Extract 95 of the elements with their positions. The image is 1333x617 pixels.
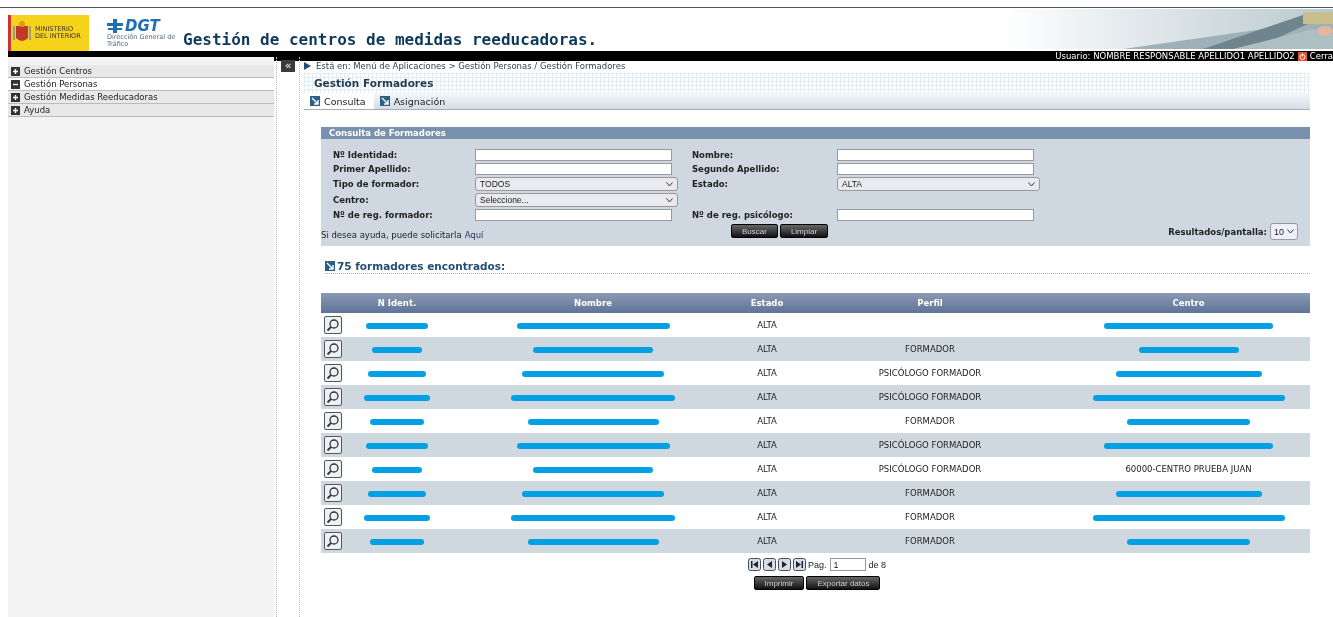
field-label: Nº de reg. psicólogo: xyxy=(692,210,794,220)
action-button[interactable]: Imprimir xyxy=(753,576,805,590)
breadcrumb-icon xyxy=(304,62,311,70)
dropdown[interactable]: TODOS xyxy=(475,177,678,191)
chevron-down-icon xyxy=(666,197,673,203)
dropdown[interactable]: ALTA xyxy=(837,177,1040,191)
field-label: Centro: xyxy=(333,195,370,205)
field-label: Nº de reg. formador: xyxy=(333,210,434,220)
field-label: Estado: xyxy=(692,179,729,189)
table-cell: ALTA xyxy=(757,536,777,546)
sidebar-item[interactable]: Ayuda xyxy=(8,104,275,117)
page-field[interactable]: 1 xyxy=(830,558,867,571)
results-count: 75 formadores encontrados: xyxy=(337,260,506,272)
collapse-button[interactable]: « xyxy=(281,60,296,72)
field-label: Primer Apellido: xyxy=(333,164,412,174)
table-cell: FORMADOR xyxy=(905,344,955,354)
chevron-down-icon xyxy=(666,181,673,187)
search-icon[interactable] xyxy=(324,532,342,550)
prev-icon[interactable] xyxy=(762,558,776,571)
page-size-dropdown[interactable]: 10 xyxy=(1270,223,1298,240)
chevron-down-icon xyxy=(1028,181,1035,187)
table-cell: PSICÓLOGO FORMADOR xyxy=(878,368,982,378)
plus-icon[interactable] xyxy=(11,66,20,76)
table-cell: ALTA xyxy=(757,512,777,522)
app-title: Gestión de centros de medidas reeducadoras. xyxy=(183,30,598,49)
action-button[interactable]: Exportar datos xyxy=(806,576,881,590)
table-cell: ALTA xyxy=(757,320,777,330)
last-icon[interactable] xyxy=(792,558,806,571)
search-icon[interactable] xyxy=(324,412,342,430)
search-icon[interactable] xyxy=(324,484,342,502)
logout-link[interactable]: Cerra xyxy=(1309,51,1333,61)
minus-icon[interactable] xyxy=(11,79,20,89)
table-cell: FORMADOR xyxy=(905,488,955,498)
table-cell: ALTA xyxy=(757,464,777,474)
field-label: Tipo de formador: xyxy=(333,179,421,189)
panel-title: Consulta de Formadores xyxy=(329,128,446,138)
arrow-square-icon xyxy=(379,96,390,106)
tab[interactable]: Consulta xyxy=(304,93,374,109)
search-icon[interactable] xyxy=(324,388,342,406)
table-cell: FORMADOR xyxy=(905,416,955,426)
text-field[interactable] xyxy=(475,149,672,161)
table-cell: PSICÓLOGO FORMADOR xyxy=(878,464,982,474)
help-link[interactable]: Aquí xyxy=(464,230,484,240)
column-header: Nombre xyxy=(574,298,612,308)
table-cell: FORMADOR xyxy=(905,536,955,546)
dropdown[interactable]: Seleccione... xyxy=(475,193,678,207)
search-icon[interactable] xyxy=(324,436,342,454)
text-field[interactable] xyxy=(837,163,1034,175)
table-cell: PSICÓLOGO FORMADOR xyxy=(878,392,982,402)
table-cell: ALTA xyxy=(757,344,777,354)
power-icon[interactable] xyxy=(1297,51,1307,61)
field-label: Nombre: xyxy=(692,150,735,160)
field-label: Nº Identidad: xyxy=(333,150,399,160)
text-field[interactable] xyxy=(837,149,1034,161)
text-field[interactable] xyxy=(837,209,1034,221)
breadcrumb: Está en: Menú de Aplicaciones > Gestión Personas / Gestión Formadores xyxy=(316,61,626,71)
search-icon[interactable] xyxy=(324,340,342,358)
search-icon[interactable] xyxy=(324,460,342,478)
arrow-square-icon xyxy=(310,96,320,106)
search-icon[interactable] xyxy=(324,364,342,382)
sidebar-item[interactable]: Gestión Centros xyxy=(8,65,275,78)
sidebar-item[interactable]: Gestión Personas xyxy=(8,78,275,91)
plus-icon[interactable] xyxy=(11,92,20,102)
chevron-down-icon xyxy=(1287,229,1294,234)
first-icon[interactable] xyxy=(747,558,761,571)
table-cell: PSICÓLOGO FORMADOR xyxy=(878,440,982,450)
text-field[interactable] xyxy=(475,163,672,175)
table-cell: ALTA xyxy=(757,416,777,426)
text-field[interactable] xyxy=(475,209,672,221)
field-label: Segundo Apellido: xyxy=(692,164,781,174)
table-cell: 60000-CENTRO PRUEBA JUAN xyxy=(1125,464,1252,474)
table-cell: ALTA xyxy=(757,368,777,378)
page-label: Pag. xyxy=(807,559,827,570)
column-header: Perfil xyxy=(917,298,943,308)
page-title: Gestión Formadores xyxy=(314,77,434,89)
arrow-square-icon xyxy=(325,261,335,271)
form-button[interactable]: Buscar xyxy=(731,224,778,238)
next-icon[interactable] xyxy=(777,558,791,571)
sidebar-item[interactable]: Gestión Medidas Reeducadoras xyxy=(8,91,275,104)
tab[interactable]: Asignación xyxy=(373,93,454,109)
column-header: Centro xyxy=(1172,298,1205,308)
form-button[interactable]: Limpiar xyxy=(779,224,829,238)
page-total: de 8 xyxy=(868,559,886,570)
table-cell: ALTA xyxy=(757,440,777,450)
search-icon[interactable] xyxy=(324,508,342,526)
table-cell: FORMADOR xyxy=(905,512,955,522)
column-header: N Ident. xyxy=(377,298,417,308)
user-label: Usuario: NOMBRE RESPONSABLE APELLIDO1 APELLIDO2 xyxy=(1055,51,1295,61)
column-header: Estado xyxy=(750,298,784,308)
table-cell: ALTA xyxy=(757,488,777,498)
search-icon[interactable] xyxy=(324,316,342,334)
plus-icon[interactable] xyxy=(11,105,20,115)
page-size-label: Resultados/pantalla: xyxy=(1168,226,1267,237)
help-text: Si desea ayuda, puede solicitarla xyxy=(321,230,462,240)
table-cell: ALTA xyxy=(757,392,777,402)
